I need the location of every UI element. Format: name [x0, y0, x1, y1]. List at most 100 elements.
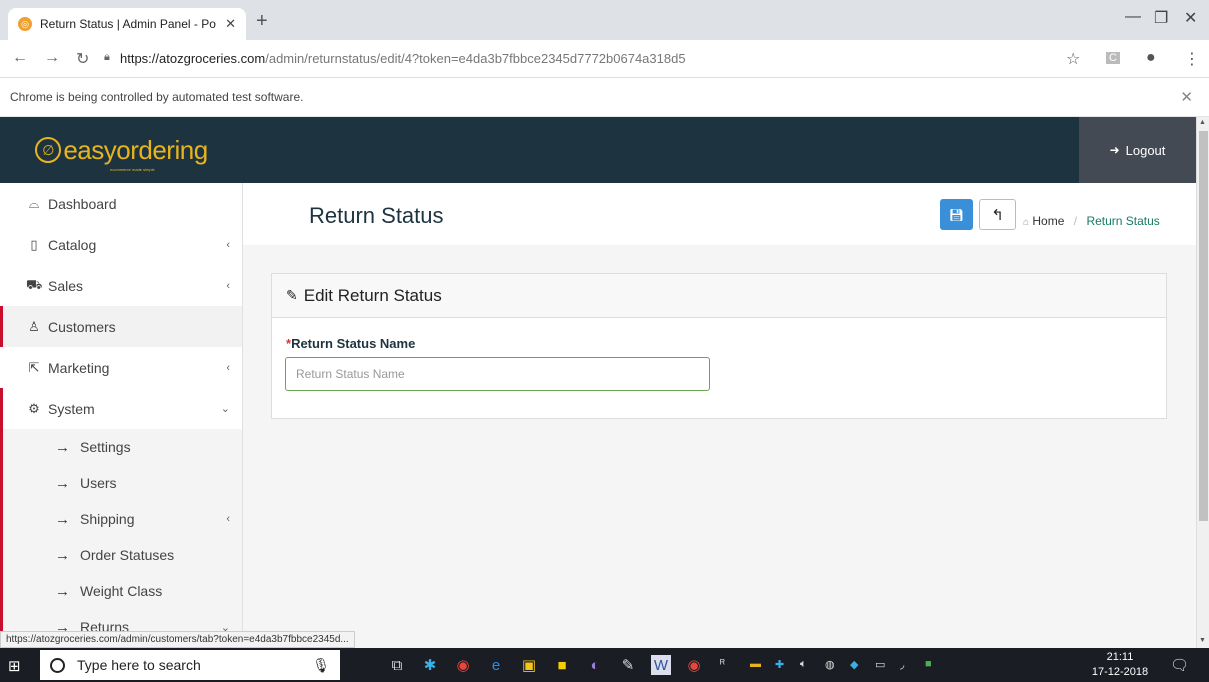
- back-icon[interactable]: ←: [12, 49, 28, 67]
- edge-icon[interactable]: e: [486, 655, 506, 675]
- sidebar-subitem-settings[interactable]: → Settings: [3, 429, 242, 465]
- taskbar-clock[interactable]: 21:11 17-12-2018: [1090, 650, 1150, 680]
- chevron-left-icon: ‹: [226, 361, 230, 374]
- main-content: Return Status 💾︎ ↰ ⌂ Home / Return Statu…: [243, 183, 1196, 648]
- word-icon[interactable]: W: [651, 655, 671, 675]
- sidebar-subitem-label: Weight Class: [80, 583, 163, 599]
- app-icon[interactable]: ✱: [420, 655, 440, 675]
- action-center-icon[interactable]: 🗨︎: [1170, 656, 1189, 674]
- task-view-icon[interactable]: ⧉: [387, 655, 407, 675]
- sidebar-item-label: Customers: [48, 318, 116, 335]
- forward-icon[interactable]: →: [44, 49, 60, 67]
- save-button[interactable]: 💾︎: [940, 199, 973, 230]
- status-url-bubble: https://atozgroceries.com/admin/customer…: [0, 631, 355, 648]
- return-status-name-label: *Return Status Name: [286, 336, 415, 351]
- taskbar-search-box[interactable]: Type here to search 🎙︎: [40, 650, 340, 680]
- arrow-right-icon: →: [55, 474, 70, 492]
- save-icon: 💾︎: [948, 207, 965, 222]
- people-icon[interactable]: ᴿ: [720, 658, 725, 670]
- return-status-name-input[interactable]: [285, 357, 710, 391]
- close-window-icon[interactable]: ✕: [1184, 8, 1197, 28]
- sidebar-item-dashboard[interactable]: ⌓ Dashboard: [0, 183, 242, 224]
- sidebar-item-marketing[interactable]: ⇱ Marketing ‹: [0, 347, 242, 388]
- sidebar-item-label: Sales: [48, 277, 84, 294]
- scroll-thumb[interactable]: [1199, 131, 1208, 521]
- sidebar-subitem-shipping[interactable]: → Shipping ‹: [3, 501, 242, 537]
- sidebar: ⌓ Dashboard ▯ Catalog ‹ ⛟ Sales ‹ ♙ Cust…: [0, 183, 243, 648]
- minimize-icon[interactable]: —: [1125, 8, 1141, 26]
- scroll-up-icon[interactable]: ▲: [1199, 119, 1206, 126]
- sidebar-subitem-users[interactable]: → Users: [3, 465, 242, 501]
- tray-sync-icon[interactable]: ◍: [825, 658, 835, 671]
- favicon-icon: ◎: [18, 17, 32, 31]
- wifi-icon[interactable]: ◞: [900, 658, 904, 671]
- tray-app-icon[interactable]: ▬: [750, 658, 761, 670]
- battery-icon[interactable]: ▭: [875, 658, 885, 671]
- automation-infobar: Chrome is being controlled by automated …: [0, 78, 1209, 117]
- page-scrollbar[interactable]: ▲ ▼: [1196, 117, 1209, 648]
- sidebar-subitem-label: Shipping: [80, 511, 135, 527]
- arrow-right-icon: →: [55, 438, 70, 456]
- arrow-right-icon: →: [55, 582, 70, 600]
- chevron-left-icon: ‹: [226, 513, 230, 525]
- taskbar-search-placeholder: Type here to search: [77, 657, 201, 673]
- store-icon[interactable]: ▣: [519, 655, 539, 675]
- sidebar-item-label: Marketing: [48, 359, 110, 376]
- edit-panel: ✎ Edit Return Status *Return Status Name: [271, 273, 1167, 419]
- breadcrumb-separator: /: [1073, 214, 1078, 228]
- chrome-active-icon[interactable]: ◉: [684, 655, 704, 675]
- breadcrumb-current[interactable]: Return Status: [1086, 214, 1159, 228]
- volume-icon[interactable]: 🔈︎: [800, 658, 807, 671]
- tray-green-icon[interactable]: ■: [925, 658, 932, 670]
- panel-heading: ✎ Edit Return Status: [272, 274, 1166, 318]
- sidebar-item-catalog[interactable]: ▯ Catalog ‹: [0, 224, 242, 265]
- logout-button[interactable]: ➜ Logout: [1079, 117, 1196, 183]
- logo-mark-icon: ∅: [35, 137, 62, 163]
- sidebar-subitem-label: Users: [80, 475, 117, 491]
- chrome-icon[interactable]: ◉: [453, 655, 473, 675]
- new-tab-icon[interactable]: +: [256, 10, 268, 33]
- url-domain: https://atozgroceries.com: [120, 51, 266, 66]
- logo[interactable]: ∅ easyordering ecommerce made simple: [0, 117, 243, 183]
- bookmark-star-icon[interactable]: ☆: [1066, 49, 1080, 69]
- eclipse-icon[interactable]: ◐: [585, 655, 605, 675]
- sidebar-subitem-order-statuses[interactable]: → Order Statuses: [3, 537, 242, 573]
- sticky-notes-icon[interactable]: ■: [552, 655, 572, 675]
- sidebar-item-customers[interactable]: ♙ Customers: [0, 306, 242, 347]
- reload-icon[interactable]: ↻: [76, 49, 89, 69]
- address-bar: ← → ↻ 🔒︎ https://atozgroceries.com/admin…: [0, 40, 1209, 78]
- app-header: ∅ easyordering ecommerce made simple ➜ L…: [0, 117, 1196, 183]
- close-tab-icon[interactable]: ✕: [225, 16, 236, 32]
- logo-tagline: ecommerce made simple: [110, 167, 155, 172]
- infobar-close-icon[interactable]: ✕: [1180, 88, 1193, 106]
- breadcrumb: ⌂ Home / Return Status: [1023, 214, 1160, 228]
- microphone-icon[interactable]: 🎙︎: [312, 657, 330, 674]
- field-label-text: Return Status Name: [291, 336, 416, 351]
- sidebar-item-label: Catalog: [48, 236, 97, 253]
- paint-icon[interactable]: ✎: [618, 655, 638, 675]
- dashboard-icon: ⌓: [28, 195, 40, 211]
- panel-title: Edit Return Status: [303, 285, 442, 305]
- restore-icon[interactable]: ❐: [1154, 8, 1168, 28]
- breadcrumb-home[interactable]: Home: [1032, 214, 1064, 228]
- catalog-icon: ▯: [30, 236, 38, 252]
- sidebar-subitem-weight-class[interactable]: → Weight Class: [3, 573, 242, 609]
- sidebar-subitem-label: Settings: [80, 439, 131, 455]
- browser-tab[interactable]: ◎ Return Status | Admin Panel - Po ✕: [8, 8, 246, 40]
- sidebar-item-system[interactable]: ⚙ System ⌄: [0, 388, 242, 429]
- sidebar-item-sales[interactable]: ⛟ Sales ‹: [0, 265, 242, 306]
- profile-icon[interactable]: ●: [1146, 49, 1156, 67]
- menu-icon[interactable]: ⋮: [1184, 49, 1200, 69]
- extension-icon[interactable]: C: [1106, 52, 1120, 64]
- browser-tab-strip: ◎ Return Status | Admin Panel - Po ✕ + —…: [0, 0, 1209, 40]
- back-button[interactable]: ↰: [979, 199, 1016, 230]
- tray-cloud-icon[interactable]: ◆: [850, 658, 858, 671]
- tray-network-app-icon[interactable]: ✚: [775, 658, 784, 671]
- scroll-down-icon[interactable]: ▼: [1199, 637, 1206, 644]
- home-icon: ⌂: [1023, 217, 1030, 228]
- windows-start-icon[interactable]: ⊞: [8, 657, 21, 675]
- cart-icon: ⛟: [26, 276, 43, 292]
- system-submenu: → Settings → Users → Shipping ‹ → Order …: [0, 429, 242, 645]
- url-field[interactable]: https://atozgroceries.com/admin/returnst…: [120, 51, 686, 66]
- logout-icon: ➜: [1109, 143, 1120, 157]
